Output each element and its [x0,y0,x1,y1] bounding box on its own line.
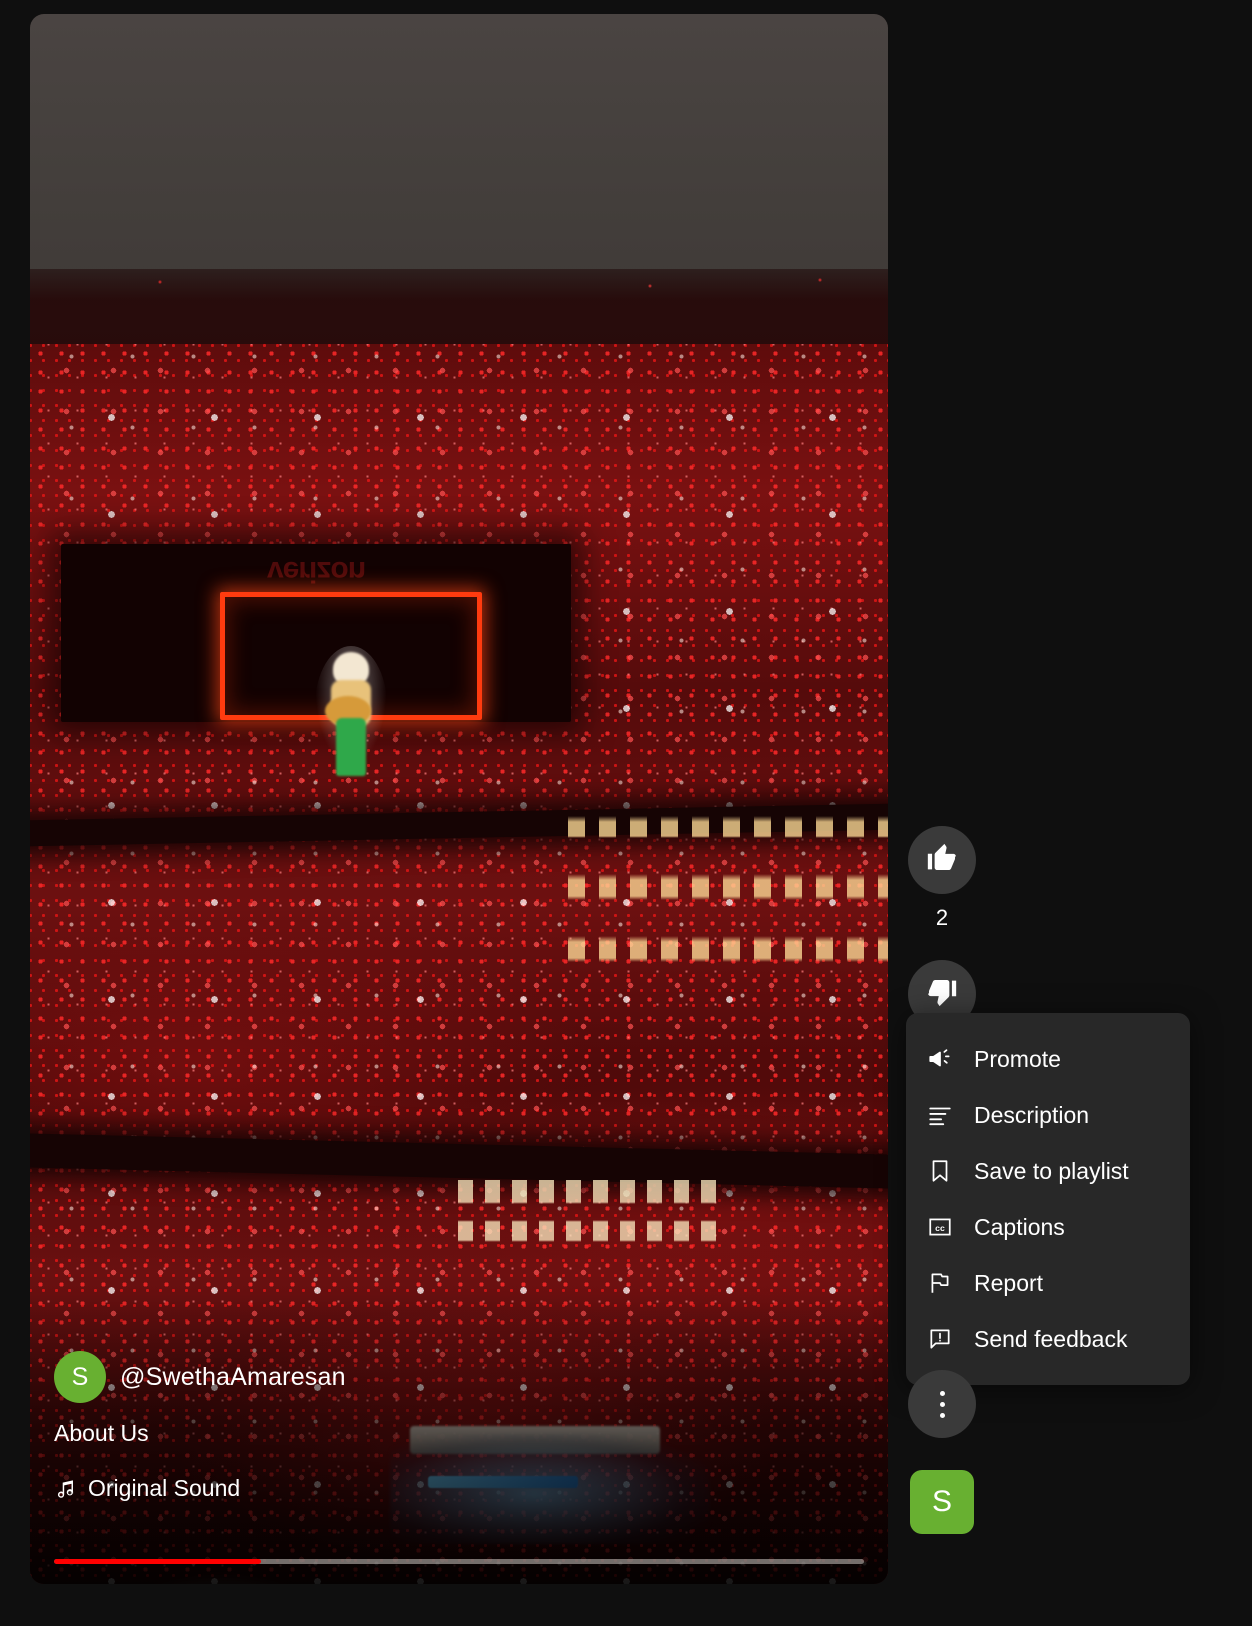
music-note-icon [54,1477,76,1501]
youtube-shorts-screen: verizon S @SwethaAmaresan About Us Origi… [0,0,1252,1626]
video-title[interactable]: About Us [54,1420,149,1447]
menu-item-label: Save to playlist [974,1157,1129,1184]
like-count: 2 [935,905,949,930]
menu-item-report[interactable]: Report [906,1255,1190,1311]
menu-item-promote[interactable]: Promote [906,1031,1190,1087]
menu-item-captions[interactable]: cc Captions [906,1199,1190,1255]
sound-label[interactable]: Original Sound [88,1475,240,1502]
stage-lighting [390,1434,710,1544]
more-vertical-icon [939,1390,945,1418]
avatar-letter: S [71,1362,89,1391]
performer-on-screen [315,646,387,776]
jumbotron-neon-frame [220,592,482,776]
channel-handle[interactable]: @SwethaAmaresan [120,1363,346,1392]
stage-led-strip [428,1476,578,1488]
video-player[interactable]: verizon S @SwethaAmaresan About Us Origi… [30,14,888,1584]
suite-windows-upper [568,796,888,1026]
menu-item-label: Description [974,1101,1090,1128]
channel-row[interactable]: S @SwethaAmaresan [54,1351,346,1403]
more-options-button[interactable] [908,1370,976,1438]
progress-bar-track[interactable] [54,1559,864,1564]
production-rigging-1 [126,1574,316,1584]
bookmark-icon [926,1157,954,1185]
menu-item-label: Report [974,1269,1044,1296]
menu-item-save-to-playlist[interactable]: Save to playlist [906,1143,1190,1199]
suite-windows-lower [458,1180,728,1246]
avatar[interactable]: S [54,1351,106,1403]
megaphone-icon [926,1045,954,1073]
menu-item-description[interactable]: Description [906,1087,1190,1143]
svg-text:cc: cc [935,1223,945,1233]
roof-lights [30,276,888,296]
jumbotron-screen: verizon [61,544,571,776]
action-rail: 2 Promote Description Save to playlist c… [906,0,1252,1626]
captions-cc-icon: cc [926,1213,954,1241]
like-button[interactable] [908,826,976,894]
menu-item-send-feedback[interactable]: Send feedback [906,1311,1190,1367]
flag-icon [926,1269,954,1297]
thumbs-up-icon [925,841,959,880]
sound-attribution-row[interactable]: Original Sound [54,1475,240,1502]
menu-item-label: Send feedback [974,1325,1128,1352]
description-icon [926,1101,954,1129]
menu-item-label: Promote [974,1045,1061,1072]
progress-bar-fill [54,1559,262,1564]
feedback-icon [926,1325,954,1353]
thumbs-down-icon [925,975,959,1014]
account-avatar-button[interactable]: S [910,1470,974,1534]
menu-item-label: Captions [974,1213,1065,1240]
overflow-menu: Promote Description Save to playlist cc … [906,1013,1190,1385]
account-avatar-letter: S [931,1485,952,1518]
jumbotron-brand-text: verizon [266,555,366,588]
